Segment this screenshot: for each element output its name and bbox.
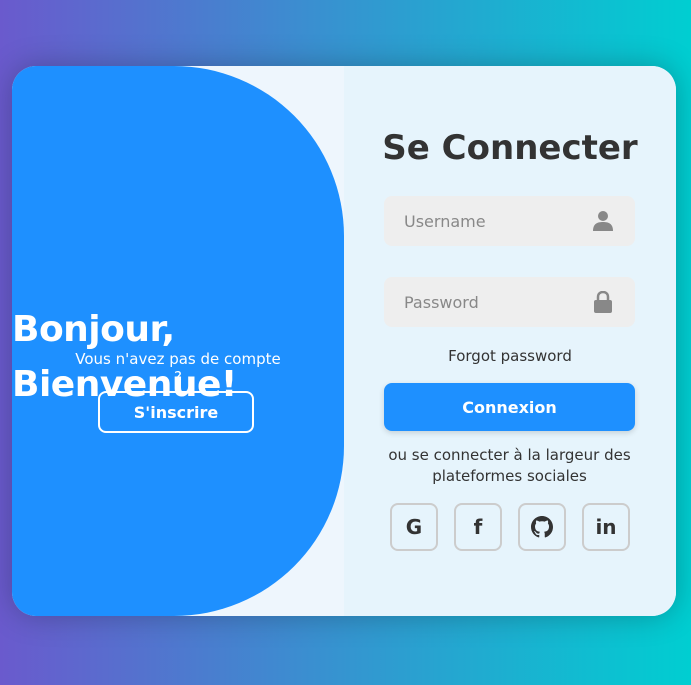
social-login-text: ou se connecter à la largeur des platefo… <box>388 446 631 485</box>
social-buttons: G f in <box>390 503 630 551</box>
linkedin-button[interactable]: in <box>582 503 630 551</box>
password-field[interactable] <box>384 277 635 327</box>
welcome-panel: Bonjour, Bienvenue! Vous n'avez pas de c… <box>12 66 344 616</box>
forgot-password-link[interactable]: Forgot password <box>344 347 676 365</box>
login-card: Bonjour, Bienvenue! Vous n'avez pas de c… <box>12 66 676 616</box>
login-title: Se Connecter <box>382 128 638 168</box>
linkedin-icon: in <box>595 515 617 539</box>
signup-button[interactable]: S'inscrire <box>98 391 254 433</box>
password-input[interactable] <box>384 277 604 327</box>
facebook-icon: f <box>473 515 483 539</box>
no-account-text: Vous n'avez pas de compte ? <box>75 350 281 386</box>
welcome-line-1: Bonjour, <box>12 309 175 350</box>
github-icon <box>531 516 553 538</box>
login-panel: Se Connecter Forgot password Connexion o… <box>344 66 676 616</box>
username-input[interactable] <box>384 196 604 246</box>
lock-icon <box>594 291 612 313</box>
username-field[interactable] <box>384 196 635 246</box>
facebook-button[interactable]: f <box>454 503 502 551</box>
user-icon <box>593 211 613 231</box>
github-button[interactable] <box>518 503 566 551</box>
google-icon: G <box>405 515 423 539</box>
login-button[interactable]: Connexion <box>384 383 635 431</box>
google-button[interactable]: G <box>390 503 438 551</box>
